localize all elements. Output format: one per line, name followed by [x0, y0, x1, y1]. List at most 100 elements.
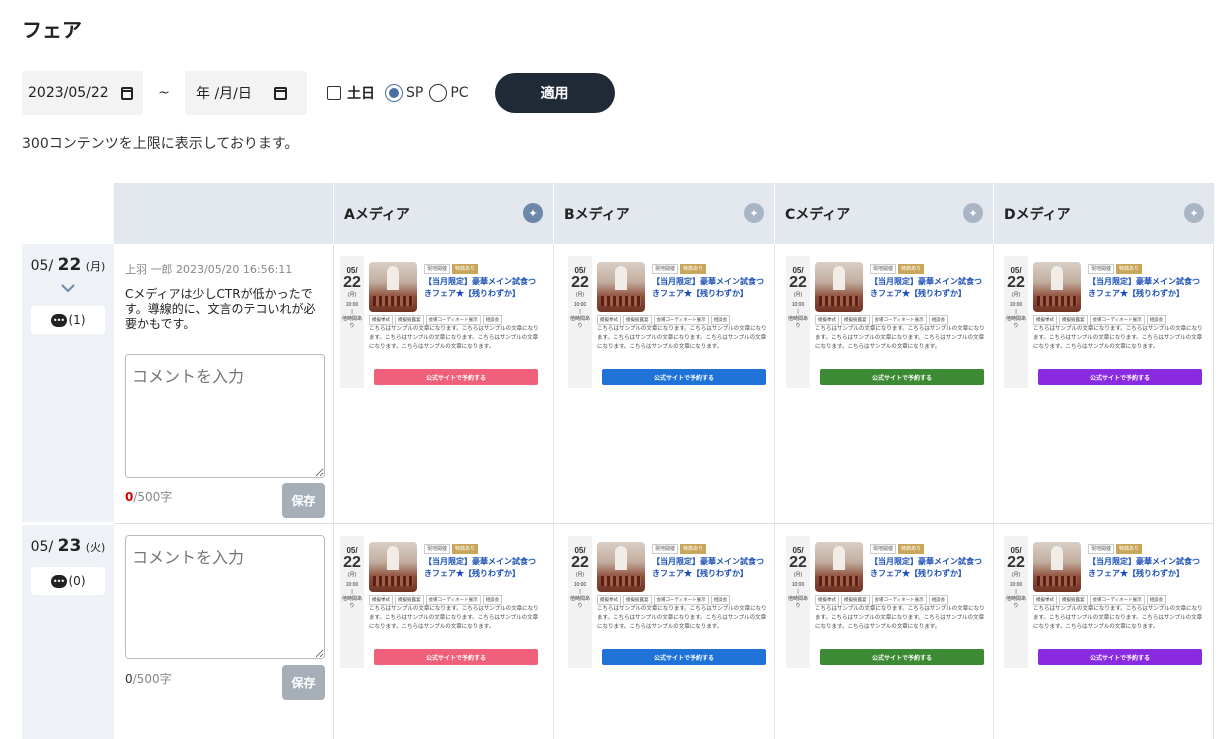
- fair-card[interactable]: 05/22 (月) 10:00 | 他時間あり 現地開催 特典あり 【当月限定】豪華メイン試食…: [786, 256, 988, 388]
- weekend-checkbox[interactable]: 土日: [327, 83, 375, 103]
- card-other-times: 他時間あり: [569, 316, 590, 329]
- save-button[interactable]: 保存: [282, 665, 325, 700]
- chip: 相談会: [928, 595, 949, 605]
- fair-card[interactable]: 05/22 (月) 10:00 | 他時間あり 現地開催 特典あり 【当月限定】豪華メイン試食…: [1004, 256, 1206, 388]
- card-date: 05/22 (月) 10:00 | 他時間あり: [786, 256, 810, 388]
- filter-bar: 2023/05/22 ~ 年 /月/日 土日 SP PC 適用: [22, 71, 615, 115]
- card-chips: 模擬挙式 模擬披露宴 会場コーディネート展示 相談会: [369, 595, 503, 605]
- card-description: こちらはサンプルの文章になります。こちらはサンプルの文章になります。こちらはサン…: [369, 326, 539, 350]
- fair-card[interactable]: 05/22 (月) 10:00 | 他時間あり 現地開催 特典あり 【当月限定】豪華メイン試食…: [568, 536, 770, 668]
- card-day: 22: [789, 554, 807, 571]
- date-cell: [22, 525, 114, 739]
- tag: 特典あり: [898, 544, 925, 554]
- chevron-down-icon[interactable]: [60, 280, 76, 296]
- radio-selected[interactable]: [385, 84, 403, 102]
- fair-card[interactable]: 05/22 (月) 10:00 | 他時間あり 現地開催 特典あり【当月限定】豪華メイン試食…: [1004, 536, 1206, 668]
- card-title[interactable]: 【当月限定】豪華メイン試食つきフェア★【残りわずか】: [1088, 556, 1204, 580]
- card-time-separator: |: [797, 589, 799, 595]
- card-day: 22: [571, 274, 589, 291]
- column-divider: [333, 244, 334, 739]
- card-chips: 模擬挙式 模擬披露宴 会場コーディネート展示 相談会: [597, 315, 731, 325]
- comment-text: Cメディアは少しCTRが低かったです。導線的に、文言のテコいれが必要かもです。: [125, 287, 316, 331]
- card-tags: 現地開催 特典あり: [1088, 544, 1143, 554]
- fair-card[interactable]: 05/22 (月) 10:00 | 他時間あり 現地開催 特典あり 【当月限定】豪華メイン試食…: [340, 536, 542, 668]
- chip: 模擬挙式: [597, 595, 621, 605]
- save-button[interactable]: 保存: [282, 483, 325, 518]
- tag: 現地開催: [1088, 264, 1115, 274]
- reserve-button[interactable]: 公式サイトで予約する: [1038, 369, 1202, 385]
- comment-input[interactable]: [125, 535, 325, 659]
- pc-radio[interactable]: PC: [425, 84, 469, 102]
- comment-count-button[interactable]: ••• (1): [31, 306, 105, 334]
- card-weekday: (月): [1011, 292, 1021, 298]
- card-chips: 模擬挙式 模擬披露宴 会場コーディネート展示 相談会: [597, 595, 731, 605]
- card-title[interactable]: 【当月限定】豪華メイン試食つきフェア★【残りわずか】: [870, 276, 986, 300]
- start-date-input[interactable]: 2023/05/22: [22, 71, 143, 115]
- reserve-button[interactable]: 公式サイトで予約する: [374, 369, 538, 385]
- chip: 会場コーディネート展示: [653, 315, 709, 325]
- tag: 特典あり: [680, 544, 707, 554]
- chip: 模擬披露宴: [623, 595, 652, 605]
- reserve-button[interactable]: 公式サイトで予約する: [820, 649, 984, 665]
- card-other-times: 他時間あり: [787, 316, 808, 329]
- card-chips: 模擬挙式 模擬披露宴 会場コーディネート展示 相談会: [1033, 595, 1167, 605]
- date-day: 22: [57, 255, 82, 275]
- venue-photo: [1033, 542, 1081, 592]
- card-description: こちらはサンプルの文章になります。こちらはサンプルの文章になります。こちらはサン…: [597, 606, 767, 630]
- card-other-times: 他時間あり: [569, 596, 590, 609]
- tag: 現地開催: [652, 544, 679, 554]
- tag: 現地開催: [870, 264, 897, 274]
- card-description: こちらはサンプルの文章になります。こちらはサンプルの文章になります。こちらはサン…: [815, 606, 985, 630]
- card-day: 22: [789, 274, 807, 291]
- chip: 会場コーディネート展示: [1089, 315, 1145, 325]
- pin-icon[interactable]: ✦: [523, 203, 543, 223]
- fair-card[interactable]: 05/22 (月) 10:00 | 他時間あり 現地開催 特典あり 【当月限定】豪華メイン試食…: [340, 256, 542, 388]
- chip: 相談会: [1146, 595, 1167, 605]
- card-title[interactable]: 【当月限定】豪華メイン試食つきフェア★【残りわずか】: [1088, 276, 1204, 300]
- fair-card[interactable]: 05/22 (月) 10:00 | 他時間あり 現地開催 特典あり 【当月限定】豪華メイン試食…: [786, 536, 988, 668]
- checkbox-box[interactable]: [327, 86, 341, 100]
- reserve-button[interactable]: 公式サイトで予約する: [602, 369, 766, 385]
- comment-input[interactable]: [125, 354, 325, 478]
- column-divider: [553, 244, 554, 739]
- chip: 相談会: [482, 315, 503, 325]
- card-title[interactable]: 【当月限定】豪華メイン試食つきフェア★【残りわずか】: [424, 556, 540, 580]
- chip: 模擬挙式: [369, 595, 393, 605]
- fair-card[interactable]: 05/22 (月) 10:00 | 他時間あり 現地開催 特典あり 【当月限定】豪華メイン試食…: [568, 256, 770, 388]
- reserve-button[interactable]: 公式サイトで予約する: [374, 649, 538, 665]
- chip: 模擬挙式: [1033, 315, 1057, 325]
- card-date: 05/22 (月) 10:00 | 他時間あり: [1004, 536, 1028, 668]
- comment-count-button[interactable]: ••• (0): [31, 567, 105, 595]
- reserve-button[interactable]: 公式サイトで予約する: [1038, 649, 1202, 665]
- tag: 現地開催: [1088, 544, 1115, 554]
- card-time: 10:00: [791, 302, 805, 308]
- card-title[interactable]: 【当月限定】豪華メイン試食つきフェア★【残りわずか】: [424, 276, 540, 300]
- card-title[interactable]: 【当月限定】豪華メイン試食つきフェア★【残りわずか】: [652, 556, 768, 580]
- comment-icon: •••: [50, 574, 67, 588]
- char-limit: /500字: [133, 490, 173, 504]
- calendar-icon[interactable]: [120, 86, 134, 100]
- start-date-value: 2023/05/22: [28, 85, 109, 101]
- pin-icon[interactable]: ✦: [744, 203, 764, 223]
- card-title[interactable]: 【当月限定】豪華メイン試食つきフェア★【残りわずか】: [870, 556, 986, 580]
- card-time-separator: |: [579, 309, 581, 315]
- reserve-button[interactable]: 公式サイトで予約する: [820, 369, 984, 385]
- media-label: Cメディア: [785, 206, 851, 223]
- sp-radio[interactable]: SP: [381, 84, 423, 102]
- pin-icon[interactable]: ✦: [963, 203, 983, 223]
- card-weekday: (月): [347, 292, 357, 298]
- pin-icon[interactable]: ✦: [1184, 203, 1204, 223]
- apply-button[interactable]: 適用: [494, 73, 615, 113]
- card-other-times: 他時間あり: [1005, 596, 1026, 609]
- venue-photo: [597, 262, 645, 312]
- reserve-button[interactable]: 公式サイトで予約する: [602, 649, 766, 665]
- radio-unselected[interactable]: [429, 84, 448, 102]
- tag: 特典あり: [1116, 544, 1143, 554]
- card-title[interactable]: 【当月限定】豪華メイン試食つきフェア★【残りわずか】: [652, 276, 768, 300]
- end-date-input[interactable]: 年 /月/日: [185, 71, 307, 115]
- fair-grid: Aメディア ✦ Bメディア ✦ Cメディア ✦ Dメディア ✦ 05/ 22 (…: [22, 183, 1214, 739]
- chip: 相談会: [710, 315, 731, 325]
- media-header-c: Cメディア ✦: [774, 183, 993, 244]
- card-description: こちらはサンプルの文章になります。こちらはサンプルの文章になります。こちらはサン…: [597, 326, 767, 350]
- calendar-icon[interactable]: [273, 86, 287, 100]
